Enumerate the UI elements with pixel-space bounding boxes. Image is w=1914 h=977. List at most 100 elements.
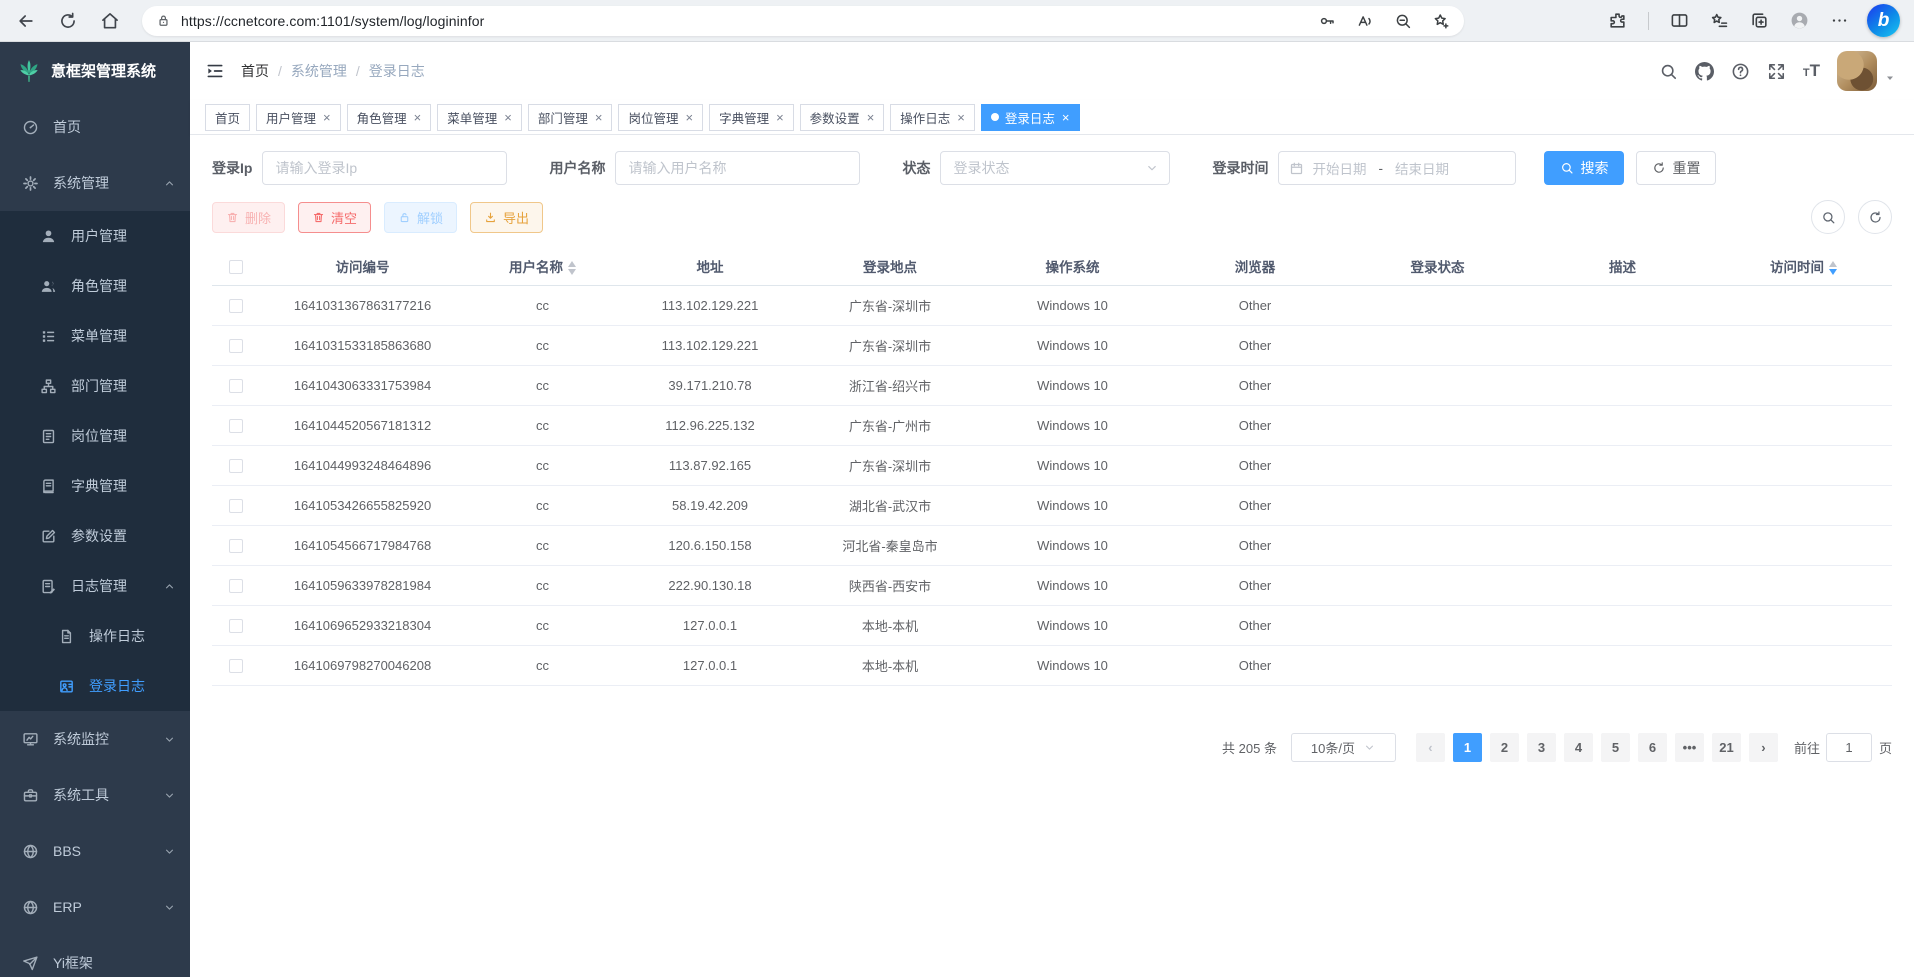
row-checkbox[interactable] xyxy=(229,339,243,353)
sidebar-item-post-management[interactable]: 岗位管理 xyxy=(0,411,190,461)
row-checkbox[interactable] xyxy=(229,659,243,673)
url-text[interactable]: https://ccnetcore.com:1101/system/log/lo… xyxy=(181,13,484,29)
page-button-2[interactable]: 2 xyxy=(1490,733,1519,762)
row-checkbox[interactable] xyxy=(229,499,243,513)
github-icon[interactable] xyxy=(1695,62,1714,81)
sidebar-item-system-monitor[interactable]: 系统监控 xyxy=(0,711,190,767)
read-aloud-icon[interactable] xyxy=(1356,12,1374,30)
select-all-checkbox[interactable] xyxy=(229,260,243,274)
login-time-range-picker[interactable]: 开始日期 - 结束日期 xyxy=(1278,151,1516,185)
tab-用户管理[interactable]: 用户管理× xyxy=(256,104,341,131)
font-size-icon[interactable]: TT xyxy=(1803,62,1820,81)
sort-carets-icon[interactable] xyxy=(1829,261,1837,275)
search-button[interactable]: 搜索 xyxy=(1544,151,1624,185)
tab-岗位管理[interactable]: 岗位管理× xyxy=(618,104,703,131)
sidebar-item-log-management[interactable]: 日志管理 xyxy=(0,561,190,611)
bing-chat-icon[interactable]: b xyxy=(1867,4,1900,37)
tab-首页[interactable]: 首页 xyxy=(205,104,250,131)
extensions-icon[interactable] xyxy=(1608,11,1627,30)
page-button-4[interactable]: 4 xyxy=(1564,733,1593,762)
user-name-input[interactable] xyxy=(615,151,860,185)
refresh-icon[interactable] xyxy=(58,11,78,31)
sidebar-item-system-tools[interactable]: 系统工具 xyxy=(0,767,190,823)
sidebar-item-dict-management[interactable]: 字典管理 xyxy=(0,461,190,511)
column-header-用户名称[interactable]: 用户名称 xyxy=(465,248,620,286)
sidebar-item-bbs[interactable]: BBS xyxy=(0,823,190,879)
tab-部门管理[interactable]: 部门管理× xyxy=(528,104,613,131)
breadcrumb-item[interactable]: 首页 xyxy=(241,61,269,81)
page-button-3[interactable]: 3 xyxy=(1527,733,1556,762)
page-button-6[interactable]: 6 xyxy=(1638,733,1667,762)
avatar-caret-icon[interactable] xyxy=(1884,72,1896,84)
status-select[interactable]: 登录状态 xyxy=(940,151,1170,185)
sidebar-item-login-log[interactable]: 登录日志 xyxy=(0,661,190,711)
tab-close-icon[interactable]: × xyxy=(1062,111,1070,124)
browser-menu-icon[interactable] xyxy=(1830,11,1849,30)
sidebar-toggle-icon[interactable] xyxy=(205,61,225,81)
more-pages-button[interactable]: ••• xyxy=(1675,733,1704,762)
collections-icon[interactable] xyxy=(1750,11,1769,30)
sort-carets-icon[interactable] xyxy=(568,261,576,275)
prev-page-button[interactable]: ‹ xyxy=(1416,733,1445,762)
tab-登录日志[interactable]: 登录日志× xyxy=(981,104,1080,131)
tab-close-icon[interactable]: × xyxy=(414,111,422,124)
add-favorite-icon[interactable] xyxy=(1432,12,1450,30)
login-ip-input[interactable] xyxy=(262,151,507,185)
home-icon[interactable] xyxy=(100,11,120,31)
page-size-select[interactable]: 10条/页 xyxy=(1291,733,1396,762)
tab-close-icon[interactable]: × xyxy=(776,111,784,124)
row-checkbox[interactable] xyxy=(229,619,243,633)
row-checkbox[interactable] xyxy=(229,459,243,473)
help-icon[interactable] xyxy=(1731,62,1750,81)
next-page-button[interactable]: › xyxy=(1749,733,1778,762)
tab-操作日志[interactable]: 操作日志× xyxy=(890,104,975,131)
goto-page-input[interactable] xyxy=(1826,733,1872,762)
sidebar-item-home[interactable]: 首页 xyxy=(0,99,190,155)
sidebar-item-role-management[interactable]: 角色管理 xyxy=(0,261,190,311)
reset-button[interactable]: 重置 xyxy=(1636,151,1716,185)
back-icon[interactable] xyxy=(16,11,36,31)
tab-close-icon[interactable]: × xyxy=(957,111,965,124)
tab-字典管理[interactable]: 字典管理× xyxy=(709,104,794,131)
row-checkbox[interactable] xyxy=(229,539,243,553)
app-logo[interactable]: 意框架管理系统 xyxy=(0,42,190,99)
fullscreen-icon[interactable] xyxy=(1767,62,1786,81)
export-button[interactable]: 导出 xyxy=(470,202,543,233)
sidebar-item-user-management[interactable]: 用户管理 xyxy=(0,211,190,261)
row-checkbox[interactable] xyxy=(229,419,243,433)
row-checkbox[interactable] xyxy=(229,579,243,593)
tab-参数设置[interactable]: 参数设置× xyxy=(800,104,885,131)
sidebar-item-erp[interactable]: ERP xyxy=(0,879,190,935)
page-button-21[interactable]: 21 xyxy=(1712,733,1741,762)
clear-button[interactable]: 清空 xyxy=(298,202,371,233)
sidebar-item-system-management[interactable]: 系统管理 xyxy=(0,155,190,211)
page-button-1[interactable]: 1 xyxy=(1453,733,1482,762)
tab-角色管理[interactable]: 角色管理× xyxy=(347,104,432,131)
password-key-icon[interactable] xyxy=(1318,12,1336,30)
sidebar-item-operation-log[interactable]: 操作日志 xyxy=(0,611,190,661)
delete-button[interactable]: 删除 xyxy=(212,202,285,233)
table-refresh-button[interactable] xyxy=(1858,200,1892,234)
tab-close-icon[interactable]: × xyxy=(323,111,331,124)
favorites-icon[interactable] xyxy=(1710,11,1729,30)
row-checkbox[interactable] xyxy=(229,379,243,393)
tab-close-icon[interactable]: × xyxy=(867,111,875,124)
tab-菜单管理[interactable]: 菜单管理× xyxy=(437,104,522,131)
sidebar-item-yi-framework[interactable]: Yi框架 xyxy=(0,935,190,977)
browser-profile-icon[interactable] xyxy=(1790,11,1809,30)
column-header-访问时间[interactable]: 访问时间 xyxy=(1715,248,1892,286)
tab-close-icon[interactable]: × xyxy=(504,111,512,124)
page-button-5[interactable]: 5 xyxy=(1601,733,1630,762)
table-search-toggle-button[interactable] xyxy=(1811,200,1845,234)
unlock-button[interactable]: 解锁 xyxy=(384,202,457,233)
zoom-out-icon[interactable] xyxy=(1394,12,1412,30)
split-screen-icon[interactable] xyxy=(1670,11,1689,30)
tab-close-icon[interactable]: × xyxy=(685,111,693,124)
address-bar[interactable]: https://ccnetcore.com:1101/system/log/lo… xyxy=(142,6,1464,36)
sidebar-item-menu-management[interactable]: 菜单管理 xyxy=(0,311,190,361)
tab-close-icon[interactable]: × xyxy=(595,111,603,124)
sidebar-item-param-settings[interactable]: 参数设置 xyxy=(0,511,190,561)
sidebar-item-dept-management[interactable]: 部门管理 xyxy=(0,361,190,411)
user-avatar[interactable] xyxy=(1837,51,1877,91)
row-checkbox[interactable] xyxy=(229,299,243,313)
